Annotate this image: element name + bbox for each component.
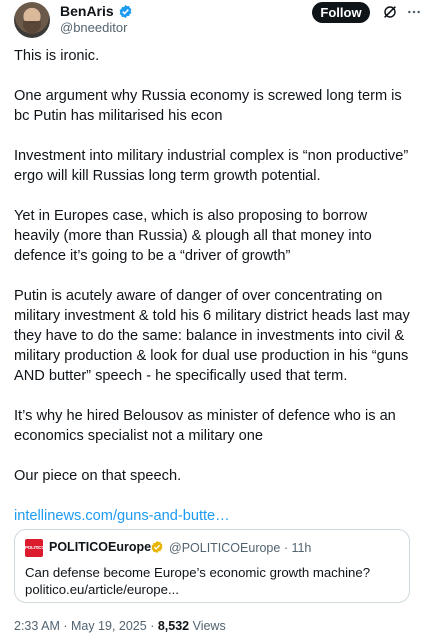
tweet-paragraph: It’s why he hired Belousov as minister o… [14, 408, 396, 444]
tweet-paragraph: Putin is acutely aware of danger of over… [14, 288, 410, 384]
quoted-text: Can defense become Europe’s economic gro… [25, 565, 371, 597]
tweet-paragraph: Our piece on that speech. [14, 468, 182, 484]
author-name[interactable]: BenAris [60, 3, 114, 19]
follow-button[interactable]: Follow [312, 2, 370, 23]
tweet-paragraph: Investment into military industrial comp… [14, 148, 409, 184]
tweet-paragraph: One argument why Russia economy is screw… [14, 88, 402, 124]
gold-verified-badge-icon [151, 540, 163, 554]
tweet-body: This is ironic. One argument why Russia … [14, 46, 414, 546]
grok-icon[interactable] [382, 4, 398, 20]
timestamp[interactable]: 2:33 AM · May 19, 2025 · [14, 619, 158, 633]
views-count: 8,532 [157, 619, 190, 633]
quoted-author-name: POLITICOEurope [49, 540, 152, 554]
more-icon[interactable] [406, 4, 422, 20]
author-name-row: BenAris [60, 2, 133, 20]
tweet-meta: 2:33 AM · May 19, 2025 · 8,532 Views [14, 619, 226, 633]
tweet-paragraph: Yet in Europes case, which is also propo… [14, 208, 372, 264]
politico-logo: POLITICO [25, 539, 43, 557]
quoted-tweet[interactable]: POLITICO POLITICOEurope @POLITICOEurope … [14, 529, 410, 603]
article-link[interactable]: intellinews.com/guns-and-butte… [14, 506, 414, 526]
avatar[interactable] [14, 2, 50, 38]
verified-badge-icon [119, 4, 132, 18]
views-label: Views [189, 619, 226, 633]
author-handle[interactable]: @bneeditor [60, 20, 127, 35]
quoted-handle-time: @POLITICOEurope · 11h [169, 541, 312, 555]
tweet-header: BenAris @bneeditor Follow [14, 0, 420, 44]
tweet-paragraph: This is ironic. [14, 48, 100, 64]
